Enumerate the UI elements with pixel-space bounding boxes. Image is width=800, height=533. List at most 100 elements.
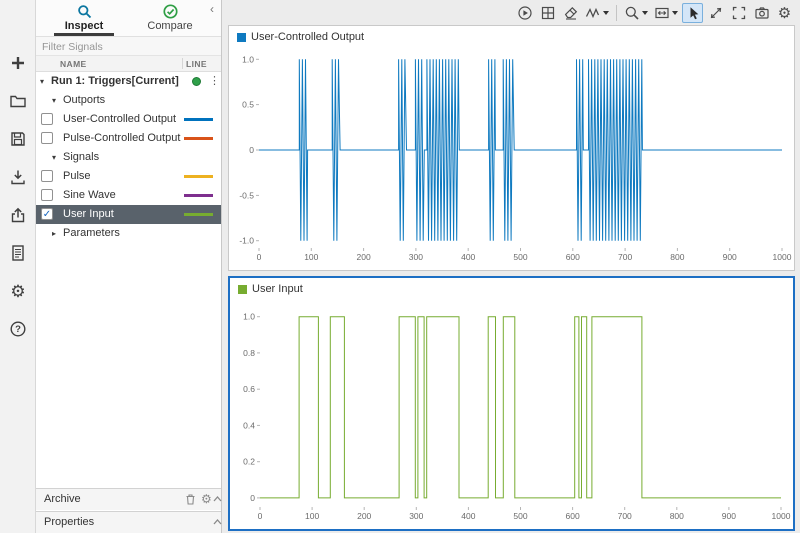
svg-text:600: 600	[566, 511, 580, 521]
filter-signals-row	[36, 37, 221, 56]
folder-icon	[9, 92, 27, 110]
plot-canvas-top-plot[interactable]: 01002003004005006007008009001000-1.0-0.5…	[229, 26, 794, 270]
svg-text:400: 400	[461, 252, 475, 262]
save-button[interactable]	[7, 128, 29, 150]
signal-row-user-input[interactable]: ✓ User Input	[36, 205, 221, 224]
signal-line-swatch	[184, 118, 213, 121]
group-row-parameters[interactable]: ▸ Parameters	[36, 224, 221, 243]
signal-wave-icon	[585, 5, 601, 21]
group-label: Parameters	[63, 227, 120, 239]
group-label: Signals	[63, 151, 99, 163]
tab-compare[interactable]: Compare	[132, 0, 208, 36]
filter-signals-input[interactable]	[36, 38, 221, 56]
run-icon	[517, 5, 533, 21]
plot-legend: User Input	[238, 283, 303, 295]
run-row-run-1-triggers-current[interactable]: ▾Run 1: Triggers[Current]⋮	[36, 72, 221, 91]
export-button[interactable]	[7, 204, 29, 226]
svg-text:600: 600	[566, 252, 580, 262]
signal-row-pulse-controlled-output[interactable]: Pulse-Controlled Output	[36, 129, 221, 148]
report-icon	[9, 244, 27, 262]
signal-row-user-controlled-output[interactable]: User-Controlled Output	[36, 110, 221, 129]
signal-tree: ▾Run 1: Triggers[Current]⋮▾Outports User-…	[36, 72, 221, 488]
svg-text:0.5: 0.5	[242, 100, 254, 110]
svg-text:0: 0	[257, 252, 262, 262]
signal-row-pulse[interactable]: Pulse	[36, 167, 221, 186]
run-button[interactable]	[514, 3, 535, 23]
subplots-layout-button[interactable]	[537, 3, 558, 23]
properties-label: Properties	[44, 516, 94, 528]
group-row-signals[interactable]: ▾ Signals	[36, 148, 221, 167]
svg-text:0.8: 0.8	[243, 348, 255, 358]
export-icon	[9, 206, 27, 224]
chevron-down-icon	[672, 11, 678, 15]
svg-text:0.2: 0.2	[243, 457, 255, 467]
archive-gear-icon[interactable]: ⚙	[201, 492, 212, 506]
signal-options-button[interactable]	[583, 3, 611, 23]
chevron-down-icon	[603, 11, 609, 15]
expand-arrow-icon[interactable]: ▾	[40, 77, 44, 86]
fit-to-view-icon	[654, 5, 670, 21]
add-button[interactable]	[7, 52, 29, 74]
plot-panel-user-input[interactable]: User Input 01002003004005006007008009001…	[228, 276, 795, 531]
open-button[interactable]	[7, 90, 29, 112]
expand-arrow-icon[interactable]: ▸	[52, 229, 56, 238]
signal-row-sine-wave[interactable]: Sine Wave	[36, 186, 221, 205]
collapse-panel-button[interactable]: ‹	[205, 3, 219, 17]
help-button[interactable]: ?	[7, 318, 29, 340]
group-row-outports[interactable]: ▾Outports	[36, 91, 221, 110]
trash-icon[interactable]	[184, 493, 197, 509]
svg-text:300: 300	[409, 252, 423, 262]
zoom-button[interactable]	[622, 3, 650, 23]
fit-to-view-button[interactable]	[652, 3, 680, 23]
snapshot-button[interactable]	[751, 3, 772, 23]
layout-grid-icon	[540, 5, 556, 21]
svg-text:400: 400	[461, 511, 475, 521]
svg-text:300: 300	[409, 511, 423, 521]
cursor-arrow-icon	[685, 5, 701, 21]
signal-checkbox[interactable]	[41, 132, 53, 144]
plot-canvas-bottom-plot[interactable]: 0100200300400500600700800900100000.20.40…	[230, 278, 793, 529]
signal-label: User-Controlled Output	[63, 113, 176, 125]
preferences-button[interactable]: ⚙	[7, 280, 29, 302]
signal-label: User Input	[63, 208, 114, 220]
clear-plots-button[interactable]	[560, 3, 581, 23]
pointer-button[interactable]	[682, 3, 703, 23]
plot-legend: User-Controlled Output	[237, 31, 364, 43]
signal-checkbox[interactable]: ✓	[41, 208, 53, 220]
svg-text:1.0: 1.0	[242, 54, 254, 64]
expand-arrow-icon[interactable]: ▾	[52, 96, 56, 105]
fullscreen-button[interactable]	[728, 3, 749, 23]
svg-text:1000: 1000	[772, 511, 791, 521]
tab-inspect[interactable]: Inspect	[46, 0, 122, 36]
gear-icon: ⚙	[778, 4, 791, 22]
settings-button[interactable]: ⚙	[774, 3, 795, 23]
run-menu-icon[interactable]: ⋮	[209, 74, 220, 87]
properties-bar[interactable]: Properties	[36, 511, 221, 533]
properties-collapse-icon[interactable]	[212, 516, 223, 531]
signal-checkbox[interactable]	[41, 170, 53, 182]
create-report-button[interactable]	[7, 242, 29, 264]
signal-checkbox[interactable]	[41, 189, 53, 201]
archive-collapse-icon[interactable]	[212, 493, 223, 508]
svg-text:700: 700	[618, 252, 632, 262]
plot-panel-user-controlled-output[interactable]: User-Controlled Output 01002003004005006…	[228, 25, 795, 271]
archive-bar[interactable]: Archive ⚙	[36, 488, 221, 510]
sidebar-tabbar: Inspect Compare ‹	[36, 0, 221, 37]
save-icon	[9, 130, 27, 148]
toolbar-divider	[616, 5, 617, 21]
legend-swatch	[238, 285, 247, 294]
legend-swatch	[237, 33, 246, 42]
svg-text:800: 800	[670, 252, 684, 262]
import-button[interactable]	[7, 166, 29, 188]
svg-text:500: 500	[513, 252, 527, 262]
signal-checkbox[interactable]	[41, 113, 53, 125]
legend-label: User-Controlled Output	[251, 31, 364, 43]
expand-arrow-icon[interactable]: ▾	[52, 153, 56, 162]
svg-text:0: 0	[249, 145, 254, 155]
svg-text:900: 900	[723, 252, 737, 262]
tree-column-header: NAME LINE	[36, 56, 221, 72]
help-icon: ?	[9, 320, 27, 338]
run-status-dot	[192, 77, 201, 86]
svg-text:0.6: 0.6	[243, 384, 255, 394]
pan-button[interactable]	[705, 3, 726, 23]
